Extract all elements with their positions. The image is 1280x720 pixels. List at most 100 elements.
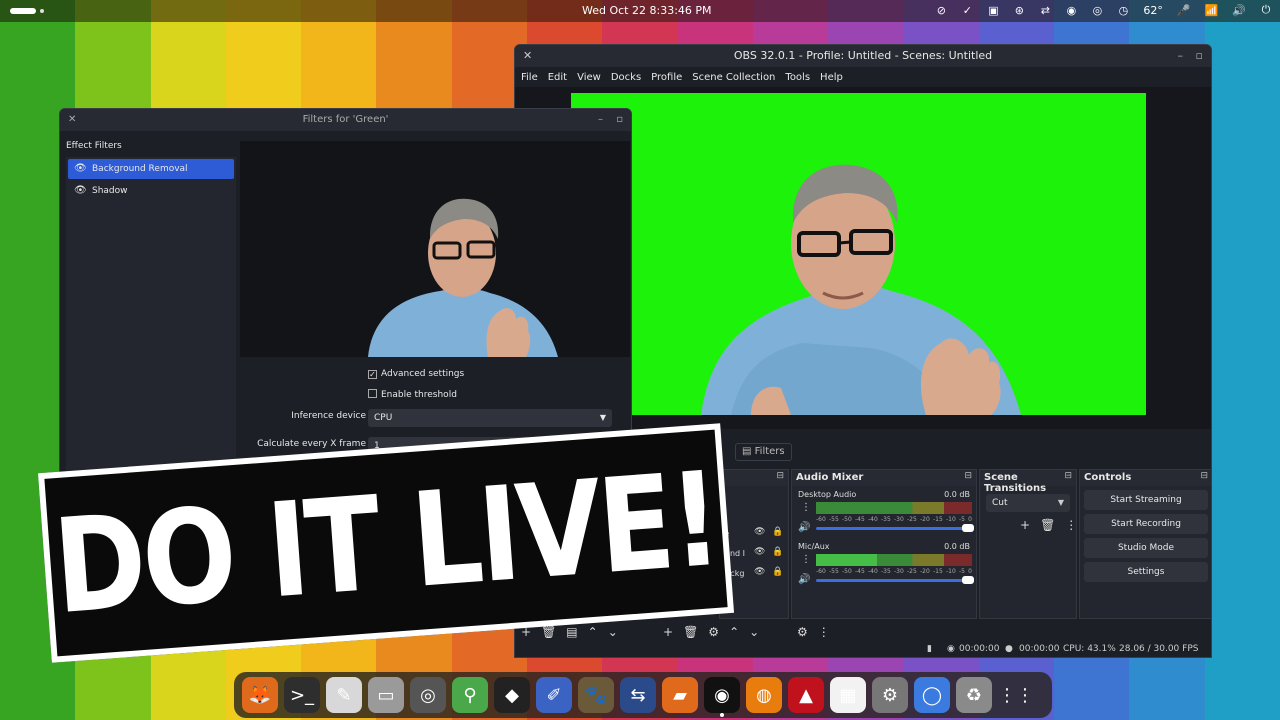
tray-item[interactable]: ✓: [961, 4, 973, 17]
calc-frame-label: Calculate every X frame: [257, 439, 366, 449]
enable-threshold-checkbox[interactable]: Enable threshold: [368, 389, 457, 400]
speaker-icon[interactable]: 🔊: [798, 522, 810, 533]
meter-tick: -15: [933, 568, 943, 575]
properties-icon[interactable]: ▤: [566, 625, 577, 639]
text-editor-icon[interactable]: ✎: [326, 677, 362, 713]
slider-knob[interactable]: [962, 576, 974, 584]
lock-icon[interactable]: 🔒: [772, 527, 783, 537]
add-icon[interactable]: +: [663, 625, 673, 639]
move-up-icon[interactable]: ⌃: [588, 625, 598, 639]
trash-icon[interactable]: 🗑: [541, 625, 556, 639]
close-icon[interactable]: ✕: [68, 109, 76, 131]
speaker-icon[interactable]: 🔊: [798, 574, 810, 585]
visibility-icon[interactable]: 👁: [754, 527, 765, 537]
settings-button[interactable]: Settings: [1084, 562, 1208, 582]
start-recording-button[interactable]: Start Recording: [1084, 514, 1208, 534]
source-row[interactable]: ce👁🔒: [720, 526, 790, 544]
files-icon[interactable]: ▭: [368, 677, 404, 713]
volume-slider[interactable]: [816, 524, 974, 532]
krita-icon[interactable]: ✐: [536, 677, 572, 713]
studio-mode-button[interactable]: Studio Mode: [1084, 538, 1208, 558]
terminal-icon[interactable]: >_: [284, 677, 320, 713]
tray-item[interactable]: ◉: [1065, 4, 1077, 17]
menu-tools[interactable]: Tools: [785, 72, 810, 83]
tray-item[interactable]: ▣: [987, 4, 999, 17]
tray-item[interactable]: 📶: [1205, 4, 1219, 17]
source-row[interactable]: ound I 👁 🔒: [720, 546, 790, 564]
move-down-icon[interactable]: ⌄: [749, 625, 759, 639]
more-icon[interactable]: ⋮: [1065, 518, 1077, 532]
acrobat-icon[interactable]: ▲: [788, 677, 824, 713]
trash-icon[interactable]: ♻: [956, 677, 992, 713]
maximize-icon[interactable]: ▫: [616, 109, 623, 131]
filter-item[interactable]: 👁 Shadow: [68, 181, 234, 201]
scene-transitions-title: Scene Transitions ⊟: [980, 470, 1076, 494]
calendar-icon[interactable]: ▦: [830, 677, 866, 713]
minimize-icon[interactable]: –: [1178, 45, 1184, 67]
chromium-icon[interactable]: ◯: [914, 677, 950, 713]
close-icon[interactable]: ✕: [523, 45, 532, 67]
start-streaming-button[interactable]: Start Streaming: [1084, 490, 1208, 510]
tray-item[interactable]: 62°: [1143, 4, 1163, 17]
visibility-icon[interactable]: 👁: [74, 181, 87, 201]
menu-scene-collection[interactable]: Scene Collection: [692, 72, 775, 83]
maximize-icon[interactable]: ▫: [1196, 45, 1203, 67]
menu-docks[interactable]: Docks: [611, 72, 641, 83]
move-up-icon[interactable]: ⌃: [729, 625, 739, 639]
dock-menu-icon[interactable]: ⊟: [776, 471, 784, 481]
dock-menu-icon[interactable]: ⊟: [1200, 471, 1208, 481]
transition-select[interactable]: Cut ▼: [986, 494, 1070, 512]
volume-slider[interactable]: [816, 576, 974, 584]
settings-icon[interactable]: ⚙: [872, 677, 908, 713]
minimize-icon[interactable]: –: [598, 109, 603, 131]
obs-icon[interactable]: ◉: [704, 677, 740, 717]
tray-item[interactable]: ⊛: [1013, 4, 1025, 17]
menu-help[interactable]: Help: [820, 72, 843, 83]
menu-profile[interactable]: Profile: [651, 72, 682, 83]
menu-file[interactable]: File: [521, 72, 538, 83]
add-icon[interactable]: +: [1020, 518, 1030, 532]
gimp-icon[interactable]: 🐾: [578, 677, 614, 713]
menu-edit[interactable]: Edit: [548, 72, 567, 83]
lock-icon[interactable]: 🔒: [772, 547, 783, 557]
inkscape-icon[interactable]: ◆: [494, 677, 530, 713]
tray-item[interactable]: ⊘: [935, 4, 947, 17]
visibility-icon[interactable]: 👁: [754, 567, 765, 577]
shotcut-icon[interactable]: ▰: [662, 677, 698, 713]
visibility-icon[interactable]: 👁: [74, 159, 87, 179]
dock-menu-icon[interactable]: ⊟: [964, 471, 972, 481]
filter-item[interactable]: 👁 Background Removal: [68, 159, 234, 179]
menu-view[interactable]: View: [577, 72, 601, 83]
inference-device-select[interactable]: CPU ▼: [368, 409, 612, 427]
app-grid-icon[interactable]: ⋮⋮: [998, 677, 1034, 713]
blender-icon[interactable]: ◍: [746, 677, 782, 713]
clock[interactable]: Wed Oct 22 8:33:46 PM: [582, 4, 712, 17]
workspace-dot[interactable]: [40, 9, 44, 13]
more-icon[interactable]: ⋮: [818, 625, 830, 639]
advanced-settings-checkbox[interactable]: ✓ Advanced settings: [368, 369, 464, 379]
tray-item[interactable]: ⏻: [1260, 3, 1272, 17]
tray-item[interactable]: 🔊: [1232, 4, 1246, 17]
move-down-icon[interactable]: ⌄: [608, 625, 618, 639]
slider-knob[interactable]: [962, 524, 974, 532]
visibility-icon[interactable]: 👁: [754, 547, 765, 557]
more-icon[interactable]: ⋮: [801, 502, 811, 513]
tray-item[interactable]: ◎: [1091, 4, 1103, 17]
activities-indicator[interactable]: [10, 8, 36, 14]
transition-tools: + 🗑 ⋮: [980, 518, 1077, 532]
trash-icon[interactable]: 🗑: [1040, 518, 1055, 532]
filters-button[interactable]: ▤ Filters: [735, 443, 792, 461]
tray-item[interactable]: ◷: [1117, 4, 1129, 17]
more-icon[interactable]: ⋮: [801, 554, 811, 565]
kdenlive-icon[interactable]: ⇆: [620, 677, 656, 713]
advanced-audio-icon[interactable]: ⚙: [797, 625, 808, 639]
trash-icon[interactable]: 🗑: [683, 625, 698, 639]
firefox-icon[interactable]: 🦊: [242, 677, 278, 713]
dock-menu-icon[interactable]: ⊟: [1064, 471, 1072, 481]
disk-usage-icon[interactable]: ◎: [410, 677, 446, 713]
tray-item[interactable]: ⇄: [1039, 4, 1051, 17]
lock-icon[interactable]: 🔒: [772, 567, 783, 577]
tray-item[interactable]: 🎤: [1177, 4, 1191, 17]
gear-icon[interactable]: ⚙: [708, 625, 719, 639]
maps-icon[interactable]: ⚲: [452, 677, 488, 713]
